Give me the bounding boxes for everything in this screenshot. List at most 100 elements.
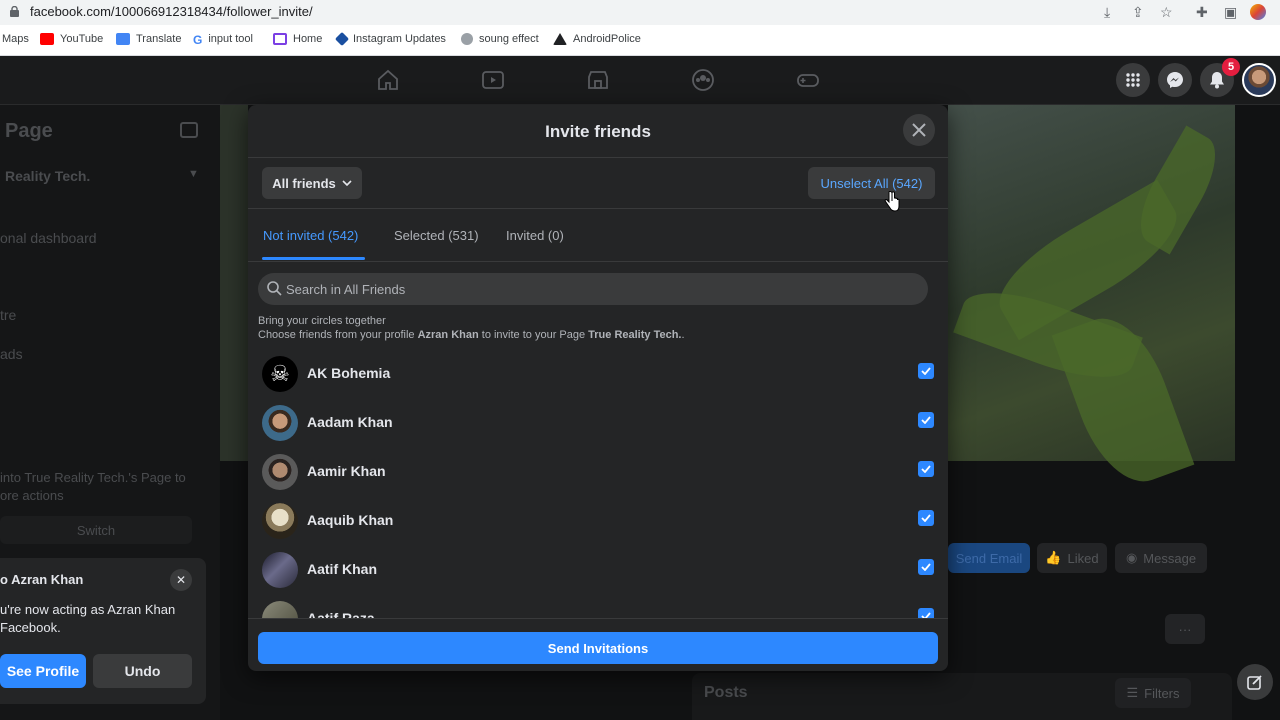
friend-checkbox[interactable] [918, 363, 934, 379]
watch-icon[interactable] [481, 68, 505, 92]
avatar [262, 503, 298, 539]
install-icon[interactable]: ⤓ [1104, 4, 1110, 21]
bookmark-instagram-updates[interactable]: Instagram Updates [334, 31, 446, 47]
friend-checkbox[interactable] [918, 559, 934, 575]
bookmark-translate[interactable]: Translate [116, 33, 181, 45]
all-friends-dropdown[interactable]: All friends [262, 167, 362, 199]
all-friends-label: All friends [272, 175, 336, 191]
toast-close-icon[interactable]: ✕ [170, 569, 192, 591]
friend-row[interactable]: ☠ AK Bohemia [248, 350, 948, 399]
hand-cursor-icon [884, 191, 900, 212]
friend-checkbox[interactable] [918, 510, 934, 526]
bookmark-home[interactable]: Home [273, 33, 322, 45]
divider [248, 261, 948, 262]
sound-effect-icon [461, 33, 473, 45]
dialog-title: Invite friends [545, 122, 651, 141]
avatar [262, 454, 298, 490]
filters-button: ☰ Filters [1115, 678, 1191, 708]
toast-title: o Azran Khan [0, 572, 84, 587]
avatar [262, 601, 298, 618]
send-invitations-button[interactable]: Send Invitations [258, 632, 938, 664]
menu-item-dashboard: onal dashboard [0, 230, 97, 246]
posts-card: Posts ☰ Filters [692, 673, 1232, 720]
friend-row[interactable]: Aaquib Khan [248, 497, 948, 546]
home-icon[interactable] [376, 68, 400, 92]
avatar [262, 405, 298, 441]
instagram-updates-icon [334, 31, 350, 47]
search-friends-field[interactable] [258, 273, 928, 305]
friend-name: Aatif Khan [307, 561, 377, 577]
browser-address-bar[interactable]: facebook.com/100066912318434/follower_in… [0, 0, 1280, 25]
tab-not-invited[interactable]: Not invited (542) [263, 228, 358, 243]
chevron-down-icon [342, 180, 352, 186]
friend-row[interactable]: Aadam Khan [248, 399, 948, 448]
avatar [262, 552, 298, 588]
toast-message: u're now acting as Azran Khan Facebook. [0, 602, 176, 635]
browser-url[interactable]: facebook.com/100066912318434/follower_in… [30, 4, 313, 19]
star-icon[interactable]: ☆ [1160, 4, 1173, 21]
friend-checkbox[interactable] [918, 461, 934, 477]
see-profile-button[interactable]: See Profile [0, 654, 86, 688]
bookmark-soung-effect[interactable]: soung effect [461, 33, 539, 45]
friend-checkbox[interactable] [918, 412, 934, 428]
youtube-icon [40, 33, 54, 45]
account-avatar[interactable] [1242, 63, 1276, 97]
invite-friends-dialog: Invite friends All friends Unselect All … [248, 105, 948, 671]
active-tab-indicator [262, 257, 365, 260]
share-icon[interactable]: ⇪ [1132, 4, 1144, 21]
marketplace-icon[interactable] [586, 68, 610, 92]
bookmarks-bar: Maps YouTube Translate Ginput tool Home … [0, 25, 1280, 56]
bookmark-youtube[interactable]: YouTube [40, 33, 103, 45]
tab-selected[interactable]: Selected (531) [394, 228, 479, 243]
avatar: ☠ [262, 356, 298, 392]
unselect-all-button[interactable]: Unselect All (542) [808, 167, 935, 199]
friend-row[interactable]: Aatif Raza [248, 595, 948, 618]
home-bookmark-icon [273, 33, 287, 45]
friend-name: Aaquib Khan [307, 512, 394, 528]
groups-icon[interactable] [691, 68, 715, 92]
switch-button: Switch [0, 516, 192, 544]
filters-icon: ☰ [1126, 685, 1139, 700]
androidpolice-icon [553, 33, 567, 45]
checkmark-icon [921, 416, 931, 424]
liked-button: 👍 Liked [1037, 543, 1107, 573]
friend-checkbox[interactable] [918, 608, 934, 618]
friend-name: Aamir Khan [307, 463, 386, 479]
compose-edit-button[interactable] [1237, 664, 1273, 700]
divider [248, 208, 948, 209]
checkmark-icon [921, 465, 931, 473]
posts-heading: Posts [704, 684, 748, 701]
undo-button[interactable]: Undo [93, 654, 192, 688]
tab-invited[interactable]: Invited (0) [506, 228, 564, 243]
dialog-close-button[interactable] [903, 114, 935, 146]
message-button: ◉ Message [1115, 543, 1207, 573]
profile-avatar-icon[interactable] [1250, 4, 1266, 20]
friend-row[interactable]: Aatif Khan [248, 546, 948, 595]
extensions-icon[interactable]: ✚ [1196, 4, 1208, 21]
friend-row[interactable]: Aamir Khan [248, 448, 948, 497]
friends-list: ☠ AK Bohemia Aadam Khan Aamir Khan Aaqui… [248, 350, 948, 618]
friend-name: Aatif Raza [307, 610, 375, 618]
lock-icon [10, 6, 19, 17]
menu-grid-icon[interactable] [1116, 63, 1150, 97]
bookmark-androidpolice[interactable]: AndroidPolice [553, 33, 641, 45]
sidepanel-icon[interactable]: ▣ [1224, 4, 1237, 21]
search-input[interactable] [286, 273, 916, 305]
messenger-icon[interactable] [1158, 63, 1192, 97]
bookmark-maps[interactable]: Maps [2, 33, 29, 45]
pencil-icon [1247, 675, 1262, 690]
checkmark-icon [921, 367, 931, 375]
gaming-icon[interactable] [796, 68, 820, 92]
messenger-small-icon: ◉ [1125, 550, 1138, 565]
cover-photo [948, 105, 1235, 496]
bookmark-input-tool[interactable]: Ginput tool [193, 33, 253, 47]
page-heading: Page [5, 120, 53, 142]
close-icon [912, 123, 926, 137]
translate-icon [116, 33, 130, 45]
menu-item-centre: tre [0, 307, 17, 323]
facebook-top-nav [0, 56, 1280, 105]
circles-description: Choose friends from your profile Azran K… [258, 329, 685, 341]
send-email-button: Send Email [948, 543, 1030, 573]
caret-down-icon: ▼ [188, 168, 199, 180]
friend-name: Aadam Khan [307, 414, 393, 430]
